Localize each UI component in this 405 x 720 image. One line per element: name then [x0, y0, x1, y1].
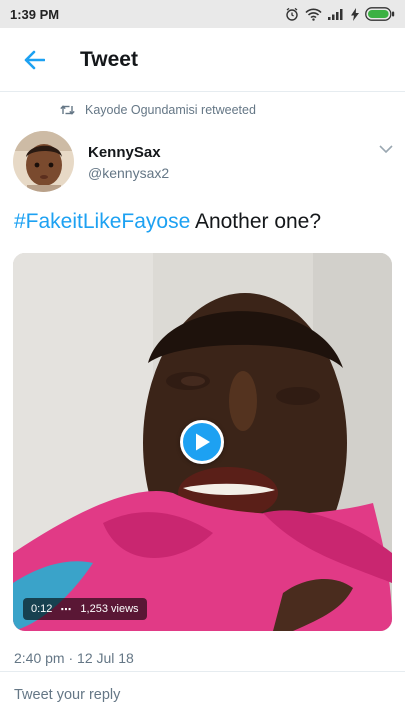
- app-header: Tweet: [0, 28, 405, 92]
- arrow-left-icon: [24, 50, 45, 69]
- author-name[interactable]: KennySax: [88, 144, 161, 161]
- avatar[interactable]: [13, 131, 74, 192]
- divider: [0, 671, 405, 672]
- back-button[interactable]: [16, 42, 52, 78]
- more-dots-icon: ⋯: [60, 603, 73, 616]
- retweet-icon: [60, 105, 75, 115]
- hashtag-link[interactable]: #FakeitLikeFayose: [14, 210, 190, 233]
- status-bar: 1:39 PM: [0, 0, 405, 28]
- play-icon: [196, 433, 210, 451]
- author-handle[interactable]: @kennysax2: [88, 165, 169, 181]
- tweet-menu-button[interactable]: [376, 141, 396, 157]
- charging-icon: [351, 7, 359, 21]
- signal-icon: [328, 9, 343, 20]
- video-player[interactable]: 0:12 ⋯ 1,253 views: [13, 253, 392, 631]
- retweet-context[interactable]: Kayode Ogundamisi retweeted: [60, 103, 256, 117]
- page-title: Tweet: [80, 47, 138, 71]
- tweet-body: Another one?: [190, 210, 322, 233]
- reply-input[interactable]: Tweet your reply: [14, 687, 120, 703]
- alarm-icon: [286, 7, 298, 21]
- retweet-text: Kayode Ogundamisi retweeted: [85, 103, 256, 117]
- wifi-icon: [305, 8, 322, 21]
- tweet-timestamp: 2:40 pm · 12 Jul 18: [14, 650, 134, 666]
- status-icons: [285, 7, 395, 21]
- tweet-text: #FakeitLikeFayose Another one?: [14, 208, 394, 236]
- battery-icon: [365, 7, 395, 21]
- play-button[interactable]: [180, 420, 224, 464]
- status-time: 1:39 PM: [10, 6, 60, 22]
- video-views: 1,253 views: [80, 603, 139, 615]
- video-meta: 0:12 ⋯ 1,253 views: [23, 598, 147, 620]
- chevron-down-icon: [379, 145, 393, 153]
- video-duration: 0:12: [31, 603, 53, 615]
